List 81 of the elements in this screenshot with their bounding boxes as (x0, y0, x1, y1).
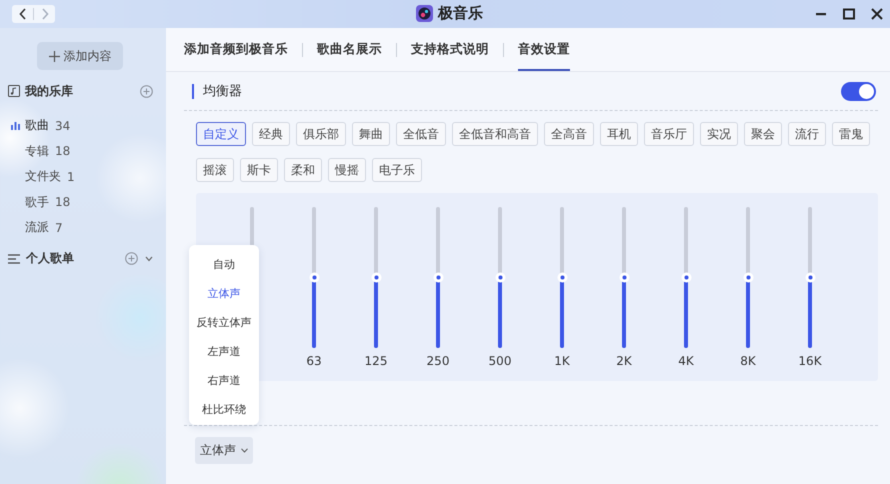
preset-chip[interactable]: 经典 (252, 122, 290, 146)
band-label: 125 (364, 354, 388, 368)
chevron-down-icon (241, 448, 248, 453)
preset-chip[interactable]: 全低音 (396, 122, 446, 146)
library-item[interactable]: 流派 7 (0, 215, 166, 240)
slider-thumb[interactable] (308, 272, 320, 283)
band-label: 16K (798, 354, 822, 368)
item-count: 18 (55, 144, 70, 158)
app-logo-icon (416, 5, 433, 22)
item-label: 专辑 (25, 142, 49, 160)
chevron-down-icon[interactable] (145, 256, 153, 262)
chevron-icon (18, 8, 26, 20)
library-item[interactable]: 歌手 18 (0, 190, 166, 215)
preset-chip[interactable]: 柔和 (284, 158, 322, 182)
slider-thumb[interactable] (680, 272, 692, 283)
item-label: 流派 (25, 219, 49, 236)
band-label: 2K (616, 354, 632, 368)
equalizer-toggle[interactable] (841, 82, 876, 100)
item-count: 7 (55, 220, 63, 235)
preset-chip[interactable]: 全低音和高音 (452, 122, 538, 146)
tab[interactable]: 添加音频到极音乐 (184, 28, 288, 71)
item-label: 文件夹 (25, 168, 61, 186)
slider-thumb[interactable] (742, 272, 754, 283)
channel-dropdown[interactable]: 立体声 (195, 437, 253, 464)
section-title: 均衡器 (203, 83, 242, 100)
band-label: 4K (678, 354, 694, 368)
preset-chip[interactable]: 斯卡 (240, 158, 278, 182)
tab[interactable]: 歌曲名展示 (317, 28, 382, 71)
add-circle-icon[interactable] (125, 252, 138, 265)
band-label: 1K (554, 354, 570, 368)
preset-chip[interactable]: 电子乐 (372, 158, 422, 182)
library-item[interactable]: 歌曲 34 (0, 113, 166, 138)
tab[interactable]: 支持格式说明 (411, 28, 489, 71)
item-count: 34 (55, 118, 70, 133)
window-title: 极音乐 (438, 4, 483, 23)
section-title: 我的乐库 (25, 82, 73, 100)
slider-thumb[interactable] (804, 272, 816, 283)
band-label: 8K (740, 354, 756, 368)
menu-item[interactable]: 右声道 (189, 366, 259, 395)
band-label: 500 (488, 354, 512, 368)
slider-thumb[interactable] (432, 272, 444, 283)
close-icon[interactable] (870, 7, 884, 21)
preset-chip[interactable]: 全高音 (544, 122, 594, 146)
menu-item[interactable]: 立体声 (189, 279, 259, 308)
preset-chip[interactable]: 音乐厅 (644, 122, 694, 146)
equalizer-bars-icon (11, 121, 20, 130)
band-label: 63 (306, 354, 322, 368)
tab[interactable]: 音效设置 (518, 28, 570, 71)
preset-chip[interactable]: 聚会 (744, 122, 782, 146)
section-title: 个人歌单 (26, 250, 74, 267)
library-item[interactable]: 文件夹 1 (0, 164, 166, 190)
preset-chip[interactable]: 耳机 (600, 122, 638, 146)
preset-chip[interactable]: 舞曲 (352, 122, 390, 146)
chevron-icon (40, 8, 48, 20)
item-count: 18 (55, 195, 70, 210)
item-count: 1 (67, 170, 75, 184)
preset-chip[interactable]: 自定义 (196, 122, 246, 146)
preset-chip[interactable]: 摇滚 (196, 158, 234, 182)
menu-item[interactable]: 杜比环绕 (189, 395, 259, 424)
list-icon (8, 252, 21, 264)
add-circle-icon[interactable] (140, 84, 153, 98)
item-label: 歌曲 (25, 117, 49, 134)
preset-chip[interactable]: 雷鬼 (832, 122, 870, 146)
item-label: 歌手 (25, 194, 49, 211)
slider-thumb[interactable] (494, 272, 506, 283)
menu-item[interactable]: 反转立体声 (189, 308, 259, 337)
plus-icon (48, 50, 60, 62)
preset-chip[interactable]: 流行 (788, 122, 826, 146)
menu-item[interactable]: 自动 (189, 250, 259, 279)
maximize-icon[interactable] (842, 7, 856, 21)
preset-chip[interactable]: 慢摇 (328, 158, 366, 182)
library-item[interactable]: 专辑 18 (0, 138, 166, 164)
music-note-icon (8, 85, 20, 97)
add-content-button[interactable]: 添加内容 (37, 42, 123, 70)
preset-chip[interactable]: 实况 (700, 122, 738, 146)
menu-item[interactable]: 左声道 (189, 337, 259, 366)
slider-thumb[interactable] (370, 272, 382, 283)
band-label: 250 (426, 354, 450, 368)
preset-chip[interactable]: 俱乐部 (296, 122, 346, 146)
slider-thumb[interactable] (556, 272, 568, 283)
slider-thumb[interactable] (618, 272, 630, 283)
